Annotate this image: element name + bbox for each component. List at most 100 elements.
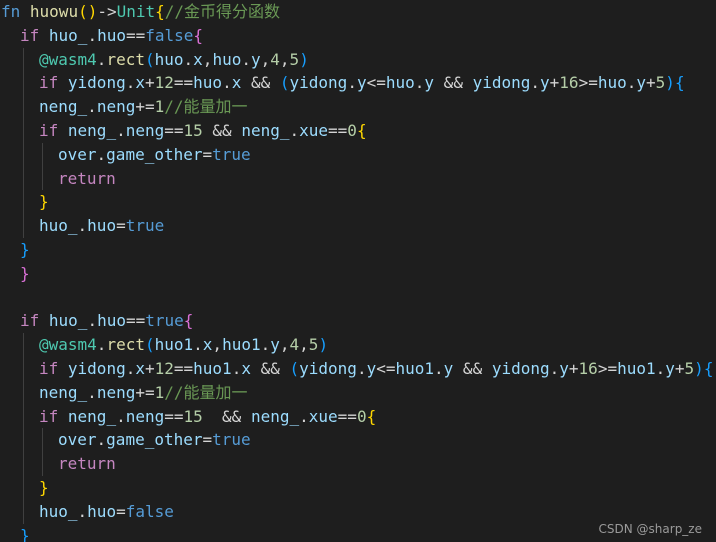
code-token: yidong bbox=[299, 358, 357, 378]
code-token: y bbox=[366, 358, 377, 378]
code-token: huo bbox=[597, 73, 627, 93]
code-token: . bbox=[183, 49, 194, 69]
code-token: Unit bbox=[116, 2, 156, 21]
code-token: + bbox=[144, 73, 155, 93]
indent-guide bbox=[23, 214, 24, 238]
code-token: + bbox=[144, 358, 155, 378]
code-line[interactable]: return bbox=[0, 166, 716, 191]
code-token: . bbox=[87, 311, 98, 331]
code-token: return bbox=[58, 168, 116, 188]
code-line[interactable]: } bbox=[0, 262, 716, 286]
code-token: x bbox=[135, 358, 145, 378]
indent-guide bbox=[23, 380, 24, 405]
code-token: neng_ bbox=[241, 120, 290, 140]
indent-guide bbox=[42, 452, 43, 476]
code-token: neng_ bbox=[67, 406, 117, 426]
code-line[interactable]: neng_.neng+=1//能量加一 bbox=[0, 380, 716, 405]
code-token: && bbox=[434, 73, 473, 93]
code-line[interactable]: } bbox=[0, 190, 716, 215]
code-token: ) bbox=[694, 358, 704, 378]
code-token: { bbox=[366, 406, 377, 426]
code-line[interactable]: if neng_.neng==15 && neng_.xue==0{ bbox=[0, 404, 716, 429]
code-token: huo1 bbox=[154, 335, 194, 355]
code-token: //能量加一 bbox=[164, 382, 248, 402]
code-token: neng_ bbox=[250, 406, 300, 426]
code-token: = bbox=[116, 501, 126, 521]
code-token: += bbox=[135, 97, 155, 117]
code-token: huo1 bbox=[617, 358, 656, 378]
code-line[interactable]: over.game_other=true bbox=[0, 142, 716, 167]
code-line[interactable]: neng_.neng+=1//能量加一 bbox=[0, 95, 716, 119]
code-token: ) bbox=[665, 73, 675, 93]
code-token: . bbox=[260, 335, 271, 355]
code-token: y bbox=[356, 73, 367, 93]
code-line[interactable]: if yidong.x+12==huo1.x && (yidong.y<=huo… bbox=[0, 356, 716, 381]
code-line[interactable]: if huo_.huo==false{ bbox=[0, 24, 716, 48]
code-token: x bbox=[231, 73, 242, 93]
code-token: . bbox=[231, 358, 242, 378]
code-editor[interactable]: fn huowu()->Unit{//金币得分函数 if huo_.huo==fa… bbox=[0, 0, 716, 542]
code-token: -> bbox=[97, 2, 117, 21]
code-token: && bbox=[453, 358, 492, 378]
code-line[interactable]: if neng_.neng==15 && neng_.xue==0{ bbox=[0, 118, 716, 143]
code-token: <= bbox=[376, 358, 396, 378]
code-token: ( bbox=[144, 335, 155, 355]
code-token: yidong bbox=[472, 73, 531, 93]
code-token: if bbox=[39, 406, 59, 426]
code-token: . bbox=[549, 358, 560, 378]
code-line[interactable]: @wasm4.rect(huo1.x,huo1.y,4,5) bbox=[0, 333, 716, 357]
code-line[interactable]: } bbox=[0, 238, 716, 262]
code-token: . bbox=[96, 430, 107, 450]
code-token: == bbox=[337, 406, 357, 426]
indent-guide bbox=[23, 356, 24, 381]
code-token: } bbox=[20, 525, 30, 542]
code-token: && bbox=[202, 120, 242, 140]
indent-guide bbox=[23, 404, 24, 429]
code-token: 1 bbox=[154, 382, 165, 402]
code-token: over bbox=[58, 430, 97, 450]
indent-guide bbox=[23, 452, 24, 476]
code-line[interactable]: return bbox=[0, 452, 716, 476]
code-line[interactable]: over.game_other=true bbox=[0, 428, 716, 453]
code-token: huo_ bbox=[39, 216, 78, 236]
code-token: } bbox=[20, 239, 30, 259]
code-token: () bbox=[78, 2, 98, 21]
code-token: huo_ bbox=[39, 501, 78, 521]
code-token: { bbox=[674, 73, 685, 93]
watermark: CSDN @sharp_ze bbox=[598, 522, 702, 536]
code-line[interactable]: fn huowu()->Unit{//金币得分函数 bbox=[0, 0, 716, 24]
code-token: neng bbox=[125, 120, 165, 140]
code-token: ( bbox=[279, 73, 290, 93]
code-line[interactable]: } bbox=[0, 475, 716, 500]
code-token: x bbox=[135, 73, 145, 93]
code-token: y bbox=[636, 73, 647, 93]
code-token: && bbox=[250, 358, 290, 378]
code-line[interactable]: huo_.huo=true bbox=[0, 214, 716, 238]
code-line[interactable]: huo_.huo=false bbox=[0, 499, 716, 524]
code-line[interactable]: @wasm4.rect(huo.x,huo.y,4,5) bbox=[0, 47, 716, 72]
code-token: , bbox=[260, 49, 271, 69]
code-token: >= bbox=[578, 73, 598, 93]
code-line[interactable]: if yidong.x+12==huo.x && (yidong.y<=huo.… bbox=[0, 71, 716, 96]
code-token: , bbox=[279, 335, 290, 355]
code-token: { bbox=[183, 311, 194, 331]
code-token: . bbox=[299, 406, 309, 426]
indent-guide bbox=[23, 475, 24, 500]
indent-guide bbox=[23, 118, 24, 143]
code-token: 12 bbox=[154, 358, 174, 378]
indent-guide bbox=[23, 71, 24, 96]
code-token: huo bbox=[385, 73, 415, 93]
code-token: huo1 bbox=[395, 358, 435, 378]
code-line[interactable] bbox=[0, 286, 716, 310]
indent-guide bbox=[23, 190, 24, 215]
code-token: //能量加一 bbox=[164, 97, 248, 117]
code-token: if bbox=[20, 25, 40, 45]
code-token: huo bbox=[87, 216, 117, 236]
indent-guide bbox=[42, 142, 43, 167]
code-token: x bbox=[241, 358, 251, 378]
code-line[interactable]: if huo_.huo==true{ bbox=[0, 309, 716, 333]
code-token: && bbox=[202, 406, 251, 426]
